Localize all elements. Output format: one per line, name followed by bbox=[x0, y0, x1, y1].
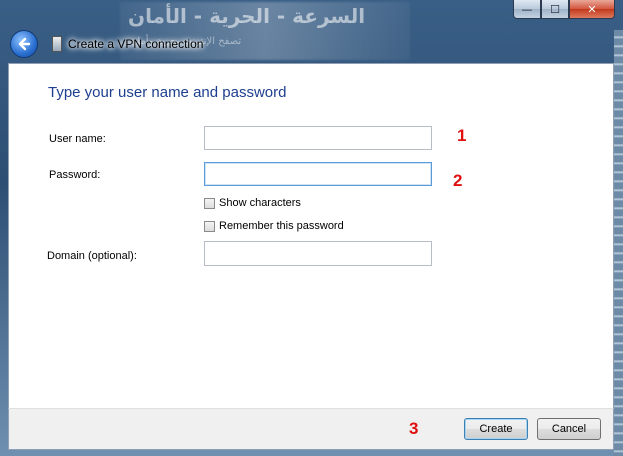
caption-buttons: — ☐ ✕ bbox=[513, 0, 615, 19]
page-title: Type your user name and password bbox=[48, 84, 287, 101]
create-button[interactable]: Create bbox=[464, 418, 528, 440]
show-characters-option[interactable]: Show characters bbox=[204, 197, 301, 209]
annotation-number-3: 3 bbox=[409, 419, 419, 438]
annotation-number-1: 1 bbox=[457, 126, 467, 145]
background-arabic-title: السرعة - الحرية - الأمان bbox=[128, 4, 366, 28]
vpn-wizard-window: السرعة - الحرية - الأمان تصفح الإنترنت ب… bbox=[0, 0, 623, 456]
wizard-nav: Create a VPN connection bbox=[10, 30, 203, 58]
minimize-icon: — bbox=[521, 2, 533, 16]
wizard-footer: 3 Create Cancel bbox=[8, 408, 614, 450]
cancel-button[interactable]: Cancel bbox=[537, 418, 601, 440]
username-label: User name: bbox=[49, 133, 106, 145]
wizard-content: Type your user name and password User na… bbox=[8, 63, 614, 410]
window-title: Create a VPN connection bbox=[68, 37, 204, 51]
password-input[interactable] bbox=[204, 162, 432, 186]
back-button[interactable] bbox=[10, 30, 38, 58]
maximize-button[interactable]: ☐ bbox=[541, 0, 569, 19]
show-characters-checkbox[interactable] bbox=[204, 197, 215, 209]
window-border-strip bbox=[614, 30, 623, 456]
back-arrow-icon bbox=[18, 37, 31, 51]
remember-password-option[interactable]: Remember this password bbox=[204, 220, 344, 232]
vpn-connection-icon bbox=[52, 36, 62, 52]
domain-label: Domain (optional): bbox=[47, 250, 137, 262]
close-button[interactable]: ✕ bbox=[569, 0, 615, 19]
remember-password-checkbox[interactable] bbox=[204, 220, 215, 232]
domain-input[interactable] bbox=[204, 241, 432, 266]
password-label: Password: bbox=[49, 169, 101, 181]
annotation-number-2: 2 bbox=[453, 171, 463, 190]
minimize-button[interactable]: — bbox=[513, 0, 541, 19]
username-input[interactable] bbox=[204, 126, 432, 150]
remember-password-label: Remember this password bbox=[219, 220, 344, 232]
close-icon: ✕ bbox=[587, 2, 597, 16]
show-characters-label: Show characters bbox=[219, 197, 301, 209]
maximize-icon: ☐ bbox=[550, 2, 560, 16]
